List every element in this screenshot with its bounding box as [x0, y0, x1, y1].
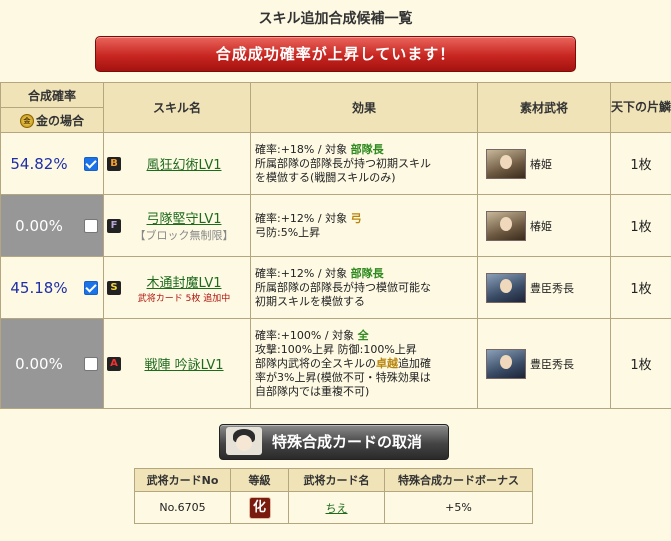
general-portrait-icon [486, 210, 526, 241]
effect-rate: 確率:+100% / 対象 [255, 328, 358, 342]
material-name: 豊臣秀長 [530, 281, 574, 295]
page-title: スキル追加合成候補一覧 [258, 11, 413, 27]
material-cell: 椿姫 [477, 194, 611, 257]
gold-coin-icon: 金 [19, 114, 34, 128]
table-row: 54.82% B 風狂幻術LV1 確率:+18% / 対象 部隊長 所属部隊の部… [0, 132, 671, 195]
rank-f-icon: F [107, 218, 121, 233]
effect-rate: 確率:+12% / 対象 [255, 211, 351, 225]
effect-rate: 確率:+18% / 対象 [255, 142, 351, 156]
card-portrait-icon [226, 427, 262, 455]
skill-checkbox[interactable] [84, 218, 98, 233]
cancel-button-label: 特殊合成カードの取消 [272, 433, 423, 451]
skill-subnote: 【ブロック無制限】 [134, 229, 234, 242]
card-bonus: +5% [384, 491, 533, 524]
effect-desc: 自部隊内では重複不可) [255, 384, 370, 398]
card-grade-cell: 化 [230, 491, 289, 524]
rate-cell: 45.18% [0, 256, 104, 319]
rank-b-icon: B [107, 156, 121, 171]
effect-desc: 率が3%上昇(模倣不可・特殊効果は [255, 370, 431, 384]
tenka-count: 1枚 [610, 318, 671, 409]
success-rate-banner: 合成成功確率が上昇しています！ [95, 36, 576, 72]
rate-cell: 0.00% [0, 318, 104, 409]
material-cell: 豊臣秀長 [477, 318, 611, 409]
rate-value: 45.18% [10, 278, 68, 297]
effect-desc: 追加確 [398, 356, 431, 370]
effect-desc: 弓防:5%上昇 [255, 225, 321, 239]
header-material: 素材武将 [477, 82, 611, 133]
general-portrait-icon [486, 272, 526, 303]
skill-subnote: 武将カード 5枚 追加中 [137, 293, 231, 304]
skill-cell: A 戦陣 吟詠LV1 [103, 318, 251, 409]
material-cell: 椿姫 [477, 132, 611, 195]
card-header-name: 武将カード名 [288, 468, 385, 492]
effect-cell: 確率:+12% / 対象 弓 弓防:5%上昇 [250, 194, 478, 257]
header-tenka: 天下の片鱗 [610, 82, 671, 133]
tenka-count: 1枚 [610, 194, 671, 257]
rank-a-icon: A [107, 356, 121, 371]
cancel-special-card-button[interactable]: 特殊合成カードの取消 [219, 424, 449, 460]
rank-s-icon: S [107, 280, 121, 295]
rate-value: 0.00% [15, 216, 63, 235]
card-no: No.6705 [134, 491, 231, 524]
rate-value: 0.00% [15, 354, 63, 373]
card-header-grade: 等級 [230, 468, 289, 492]
card-header-no: 武将カードNo [134, 468, 231, 492]
general-portrait-icon [486, 148, 526, 179]
skill-candidate-table: 合成確率 スキル名 効果 素材武将 天下の片鱗 金金の場合 54.82% B 風… [0, 82, 671, 409]
skill-cell: B 風狂幻術LV1 [103, 132, 251, 195]
table-row: 0.00% F 弓隊堅守LV1 【ブロック無制限】 確率:+12% / 対象 弓… [0, 194, 671, 257]
effect-cell: 確率:+18% / 対象 部隊長 所属部隊の部隊長が持つ初期スキル を模倣する(… [250, 132, 478, 195]
skill-checkbox[interactable] [84, 280, 98, 295]
skill-name-link[interactable]: 風狂幻術LV1 [104, 154, 250, 173]
table-row: 45.18% S 木通封魔LV1 武将カード 5枚 追加中 確率:+12% / … [0, 256, 671, 319]
effect-cell: 確率:+100% / 対象 全 攻撃:100%上昇 防御:100%上昇 部隊内武… [250, 318, 478, 409]
effect-target: 全 [357, 328, 369, 342]
effect-target: 部隊長 [350, 266, 384, 280]
skill-cell: S 木通封魔LV1 武将カード 5枚 追加中 [103, 256, 251, 319]
material-name: 豊臣秀長 [530, 357, 574, 371]
gold-case-label: 金の場合 [35, 113, 84, 128]
grade-badge-icon: 化 [248, 496, 271, 519]
effect-rate: 確率:+12% / 対象 [255, 266, 351, 280]
header-rate: 合成確率 [0, 82, 104, 108]
rate-value: 54.82% [10, 154, 68, 173]
skill-name-link[interactable]: 戦陣 吟詠LV1 [104, 354, 250, 373]
tenka-count: 1枚 [610, 132, 671, 195]
effect-desc: 攻撃:100%上昇 防御:100%上昇 [255, 342, 417, 356]
skill-name-link[interactable]: 木通封魔LV1 [104, 272, 250, 291]
skill-cell: F 弓隊堅守LV1 【ブロック無制限】 [103, 194, 251, 257]
rate-cell: 0.00% [0, 194, 104, 257]
effect-desc: 所属部隊の部隊長が持つ初期スキル [255, 156, 431, 170]
card-header-bonus: 特殊合成カードボーナス [384, 468, 533, 492]
effect-desc: 初期スキルを模倣する [255, 294, 365, 308]
effect-target: 部隊長 [350, 142, 384, 156]
table-header-row: 合成確率 スキル名 効果 素材武将 天下の片鱗 [0, 82, 671, 133]
effect-desc: 所属部隊の部隊長が持つ模倣可能な [255, 280, 431, 294]
header-skill: スキル名 [103, 82, 251, 133]
material-name: 椿姫 [530, 157, 552, 171]
header-effect: 効果 [250, 82, 478, 133]
card-name-cell: ちえ [288, 491, 385, 524]
table-row: 0.00% A 戦陣 吟詠LV1 確率:+100% / 対象 全 攻撃:100%… [0, 318, 671, 409]
effect-desc: 部隊内武将の全スキルの [255, 356, 376, 370]
special-card-table: 武将カードNo 等級 武将カード名 特殊合成カードボーナス No.6705 化 … [134, 468, 533, 524]
skill-checkbox[interactable] [84, 356, 98, 371]
skill-checkbox[interactable] [84, 156, 98, 171]
effect-cell: 確率:+12% / 対象 部隊長 所属部隊の部隊長が持つ模倣可能な 初期スキルを… [250, 256, 478, 319]
rate-cell: 54.82% [0, 132, 104, 195]
header-gold-case: 金金の場合 [0, 107, 104, 133]
tenka-count: 1枚 [610, 256, 671, 319]
material-cell: 豊臣秀長 [477, 256, 611, 319]
effect-highlight: 卓越 [376, 356, 398, 370]
effect-target: 弓 [350, 211, 362, 225]
card-name-link[interactable]: ちえ [326, 502, 348, 515]
general-portrait-icon [486, 348, 526, 379]
material-name: 椿姫 [530, 219, 552, 233]
effect-desc: を模倣する(戦闘スキルのみ) [255, 170, 396, 184]
skill-name-link[interactable]: 弓隊堅守LV1 [104, 208, 250, 227]
